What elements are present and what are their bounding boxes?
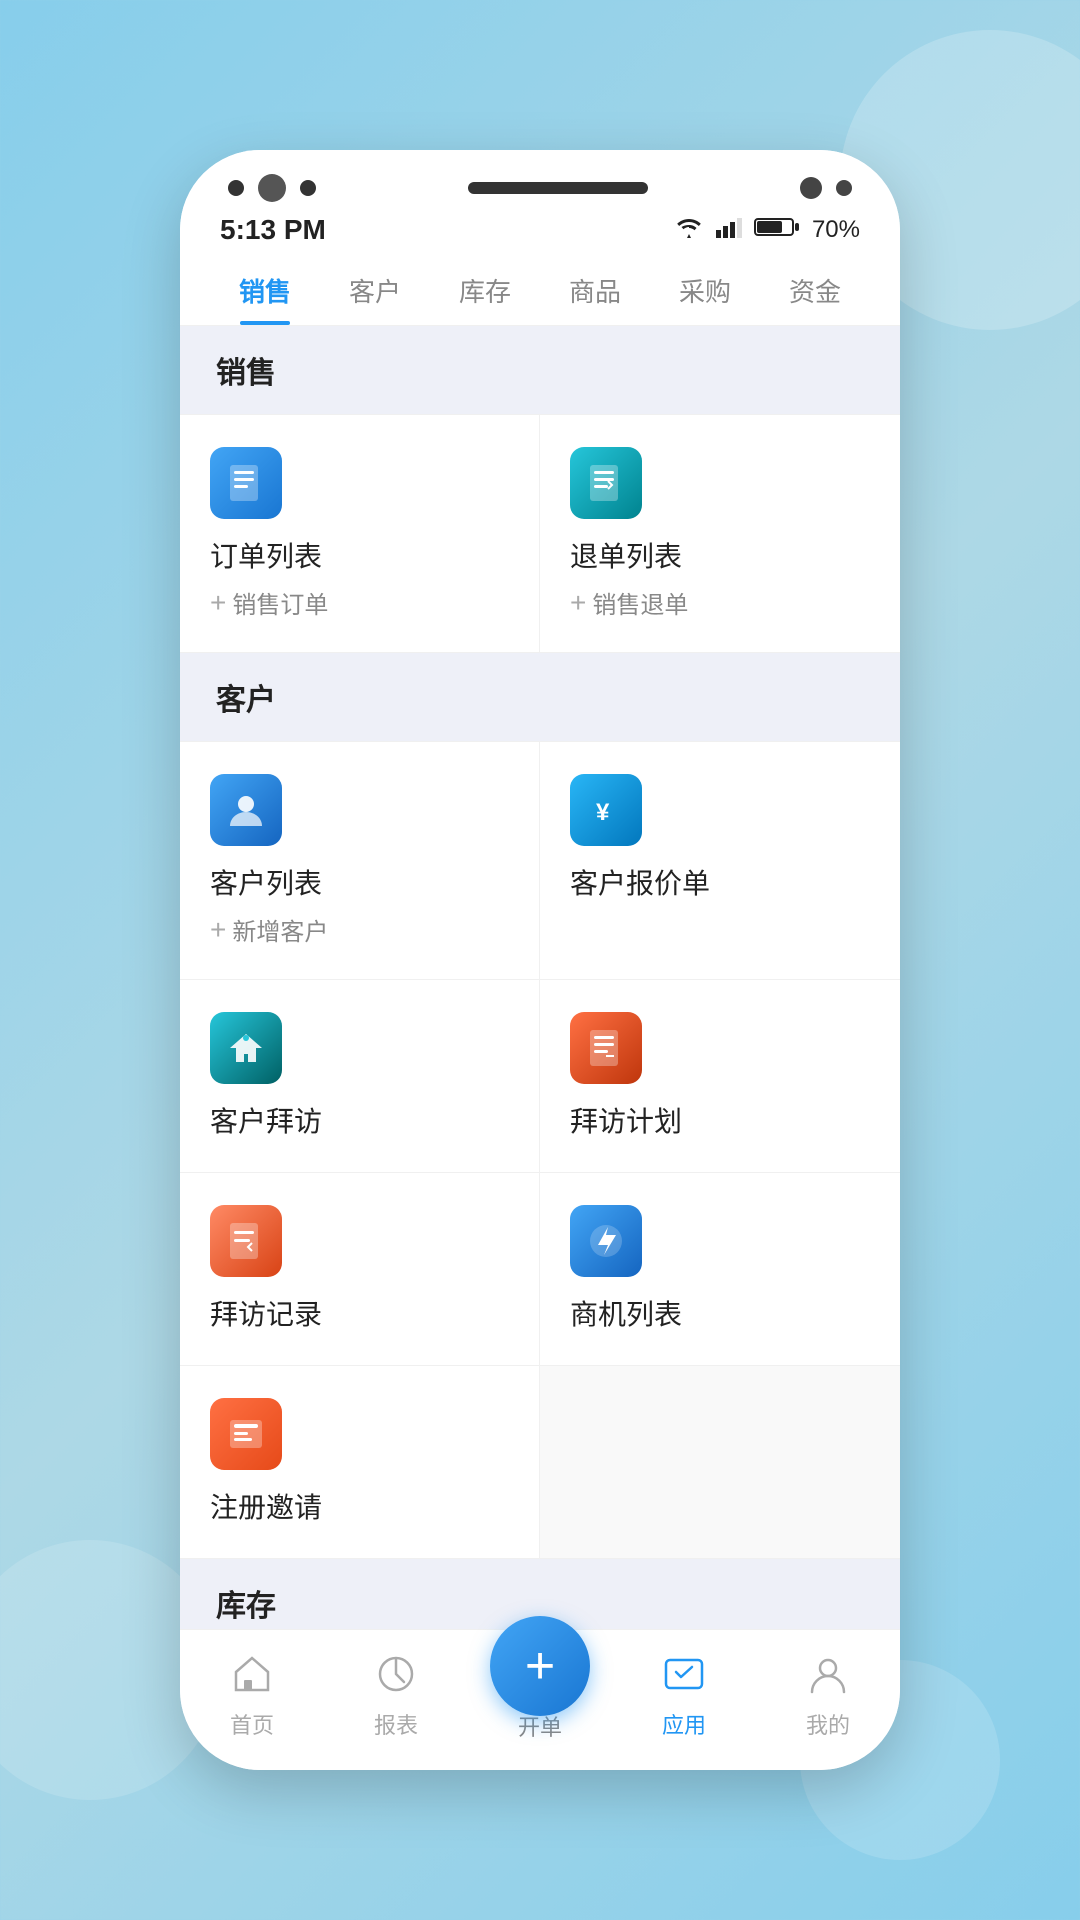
empty-cell-1 [540,1366,900,1559]
notch-dot-4 [800,177,822,199]
customer-quote-icon: ¥ [570,774,642,846]
section-title-sales: 销售 [216,357,276,390]
bottom-nav-open[interactable]: + 开单 [468,1646,612,1742]
customer-grid: 客户列表 + 新增客户 ¥ 客户报价单 [180,741,900,1559]
list-item-order-list[interactable]: 订单列表 + 销售订单 [180,415,540,653]
status-icons: 70% [674,216,860,245]
bottom-nav-report[interactable]: 报表 [324,1648,468,1740]
status-bar: 5:13 PM [180,202,900,254]
phone-frame: 5:13 PM [180,150,900,1770]
battery-icon [754,216,800,245]
list-item-customer-quote[interactable]: ¥ 客户报价单 [540,742,900,980]
status-time: 5:13 PM [220,214,326,246]
app-label: 应用 [662,1708,706,1740]
report-label: 报表 [374,1708,418,1740]
visit-plan-icon [570,1012,642,1084]
tab-customer[interactable]: 客户 [320,254,430,325]
section-header-sales: 销售 [180,326,900,414]
bottom-nav: 首页 报表 + 开单 [180,1629,900,1770]
list-item-visit-plan[interactable]: 拜访计划 [540,980,900,1173]
visit-plan-label: 拜访计划 [570,1100,682,1140]
tab-purchase[interactable]: 采购 [650,254,760,325]
biz-list-label: 商机列表 [570,1293,682,1333]
list-item-visit-record[interactable]: 拜访记录 [180,1173,540,1366]
mine-icon [802,1648,854,1700]
notch-dots-right [800,177,852,199]
app-icon [658,1648,710,1700]
section-title-inventory: 库存 [216,1590,276,1623]
customer-quote-label: 客户报价单 [570,862,710,902]
return-list-action: + 销售退单 [570,585,688,620]
home-icon [226,1648,278,1700]
customer-list-action: + 新增客户 [210,912,328,947]
customer-visit-icon [210,1012,282,1084]
register-invite-label: 注册邀请 [210,1486,322,1526]
wifi-icon [674,216,704,244]
bottom-nav-mine[interactable]: 我的 [756,1648,900,1740]
list-item-customer-list[interactable]: 客户列表 + 新增客户 [180,742,540,980]
order-list-action: + 销售订单 [210,585,328,620]
order-list-label: 订单列表 [210,535,322,575]
return-list-icon [570,447,642,519]
notch-dot-5 [836,180,852,196]
list-item-register-invite[interactable]: 注册邀请 [180,1366,540,1559]
customer-list-icon [210,774,282,846]
fab-button[interactable]: + [490,1616,590,1716]
fab-plus-icon: + [525,1640,555,1692]
customer-visit-label: 客户拜访 [210,1100,322,1140]
tab-goods[interactable]: 商品 [540,254,650,325]
section-header-customer: 客户 [180,653,900,741]
mine-label: 我的 [806,1708,850,1740]
signal-icon [716,216,742,244]
tab-sales[interactable]: 销售 [210,254,320,325]
visit-record-icon [210,1205,282,1277]
biz-list-icon [570,1205,642,1277]
main-content: 销售 订单列表 + 销售订单 [180,326,900,1629]
list-item-customer-visit[interactable]: 客户拜访 [180,980,540,1173]
register-invite-icon [210,1398,282,1470]
tab-finance[interactable]: 资金 [760,254,870,325]
sales-grid: 订单列表 + 销售订单 退单列表 [180,414,900,653]
notch-dot-2 [258,174,286,202]
list-item-biz-list[interactable]: 商机列表 [540,1173,900,1366]
list-item-return-list[interactable]: 退单列表 + 销售退单 [540,415,900,653]
notch-dots-left [228,174,316,202]
order-list-icon [210,447,282,519]
notch-area [180,150,900,202]
battery-percentage: 70% [812,216,860,244]
report-icon [370,1648,422,1700]
tab-inventory[interactable]: 库存 [430,254,540,325]
nav-tabs: 销售 客户 库存 商品 采购 资金 [180,254,900,326]
return-list-label: 退单列表 [570,535,682,575]
notch-bar [468,182,648,194]
bottom-nav-home[interactable]: 首页 [180,1648,324,1740]
customer-list-label: 客户列表 [210,862,322,902]
section-title-customer: 客户 [216,684,276,717]
home-label: 首页 [230,1708,274,1740]
visit-record-label: 拜访记录 [210,1293,322,1333]
notch-dot-1 [228,180,244,196]
bottom-nav-app[interactable]: 应用 [612,1648,756,1740]
notch-dot-3 [300,180,316,196]
svg-text:¥: ¥ [596,799,610,826]
